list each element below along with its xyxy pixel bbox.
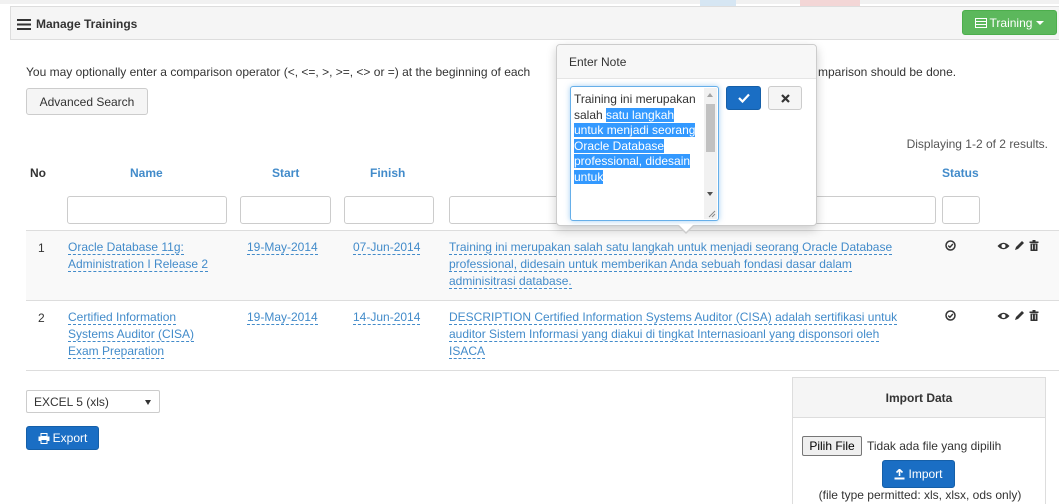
- description-line: DESCRIPTION Certified Information System…: [449, 310, 898, 325]
- table-icon: [974, 17, 987, 28]
- row-number: 1: [38, 241, 45, 255]
- print-icon: [38, 432, 50, 444]
- list-icon: [17, 18, 31, 30]
- note-scrollbar[interactable]: [704, 88, 717, 219]
- close-icon: [780, 93, 790, 103]
- scroll-up-icon[interactable]: [707, 93, 713, 97]
- start-date-text: 19-May-2014: [247, 310, 318, 325]
- eye-icon[interactable]: [997, 241, 1010, 251]
- name-line: Oracle Database 11g:: [68, 240, 184, 255]
- start-date-text: 19-May-2014: [247, 240, 318, 255]
- training-menu-label: Training: [989, 15, 1033, 30]
- finish-date-text: 07-Jun-2014: [353, 240, 421, 255]
- checkmark-icon: [737, 93, 750, 103]
- filter-name-input[interactable]: [67, 196, 227, 224]
- description-link[interactable]: Training ini merupakan salah satu langka…: [449, 239, 893, 290]
- pencil-icon[interactable]: [1014, 240, 1025, 251]
- file-status-text: Tidak ada file yang dipilih: [867, 439, 1002, 453]
- import-panel: Import Data Pilih File Tidak ada file ya…: [792, 377, 1046, 504]
- import-panel-title: Import Data: [793, 378, 1045, 418]
- trash-icon[interactable]: [1029, 240, 1039, 251]
- scroll-thumb[interactable]: [706, 104, 715, 152]
- results-summary: Displaying 1-2 of 2 results.: [906, 137, 1048, 151]
- check-circle-icon[interactable]: [945, 240, 956, 251]
- filter-finish-input[interactable]: [344, 196, 434, 224]
- export-button-label: Export: [52, 431, 88, 445]
- panel-title: Manage Trainings: [17, 17, 137, 31]
- resize-handle-icon[interactable]: [708, 210, 716, 218]
- import-button-label: Import: [908, 467, 943, 481]
- upload-icon: [894, 468, 905, 479]
- export-format-select[interactable]: EXCEL 5 (xls): [26, 390, 160, 413]
- row-actions: [997, 310, 1039, 321]
- advanced-search-button[interactable]: Advanced Search: [26, 88, 148, 115]
- name-line: Administration I Release 2: [68, 257, 209, 272]
- pencil-icon[interactable]: [1014, 310, 1025, 321]
- name-line: Systems Auditor (CISA): [68, 327, 195, 342]
- table-bottom-border: [26, 370, 1059, 371]
- row-number: 2: [38, 311, 45, 325]
- name-line: Exam Preparation: [68, 344, 165, 359]
- export-button[interactable]: Export: [26, 426, 99, 450]
- column-header-no: No: [30, 166, 46, 180]
- scroll-down-icon[interactable]: [707, 192, 713, 196]
- popover-arrow: [677, 224, 695, 234]
- trash-icon[interactable]: [1029, 310, 1039, 321]
- filter-start-input[interactable]: [240, 196, 331, 224]
- panel-title-text: Manage Trainings: [36, 17, 138, 31]
- column-header-finish[interactable]: Finish: [370, 166, 405, 180]
- description-line: Training ini merupakan salah satu langka…: [449, 240, 893, 255]
- save-note-button[interactable]: [726, 86, 761, 110]
- import-file-type-note: (file type permitted: xls, xlsx, ods onl…: [818, 488, 1022, 502]
- start-date-link[interactable]: 19-May-2014: [247, 309, 318, 326]
- export-format-value: EXCEL 5 (xls): [34, 394, 109, 409]
- finish-date-text: 14-Jun-2014: [353, 310, 421, 325]
- note-text: Training ini merupakan salah satu langka…: [574, 92, 705, 185]
- import-button[interactable]: Import: [882, 460, 955, 488]
- note-textarea[interactable]: Training ini merupakan salah satu langka…: [570, 86, 719, 221]
- chevron-down-icon: [145, 400, 151, 405]
- panel-header: Manage Trainings: [10, 6, 1059, 40]
- row-actions: [997, 240, 1039, 251]
- training-name-link[interactable]: Oracle Database 11g: Administration I Re…: [68, 239, 209, 273]
- enter-note-popover: Enter Note Training ini merupakan salah …: [556, 44, 817, 234]
- column-header-start[interactable]: Start: [272, 166, 299, 180]
- top-band: [0, 0, 1059, 4]
- finish-date-link[interactable]: 14-Jun-2014: [353, 309, 421, 326]
- description-link[interactable]: DESCRIPTION Certified Information System…: [449, 309, 898, 360]
- help-text: You may optionally enter a comparison op…: [26, 65, 531, 79]
- chevron-down-icon: [1036, 20, 1045, 25]
- description-line: auditor Sistem Informasi yang diakui di …: [449, 327, 880, 342]
- cancel-note-button[interactable]: [768, 86, 802, 110]
- help-text-tail: mparison should be done.: [818, 65, 957, 79]
- name-line: Certified Information: [68, 310, 177, 325]
- check-circle-icon[interactable]: [945, 310, 956, 321]
- description-line: adminisitrasi database.: [449, 274, 572, 289]
- start-date-link[interactable]: 19-May-2014: [247, 239, 318, 256]
- finish-date-link[interactable]: 07-Jun-2014: [353, 239, 421, 256]
- training-name-link[interactable]: Certified Information Systems Auditor (C…: [68, 309, 195, 360]
- description-line: professional, didesain untuk memberikan …: [449, 257, 852, 272]
- popover-title: Enter Note: [557, 45, 816, 79]
- column-header-status[interactable]: Status: [942, 166, 979, 180]
- training-menu-button[interactable]: Training: [962, 10, 1057, 35]
- choose-file-button[interactable]: Pilih File: [802, 436, 862, 456]
- description-line: ISACA: [449, 344, 486, 359]
- eye-icon[interactable]: [997, 311, 1010, 321]
- filter-status-input[interactable]: [942, 196, 980, 224]
- column-header-name[interactable]: Name: [130, 166, 163, 180]
